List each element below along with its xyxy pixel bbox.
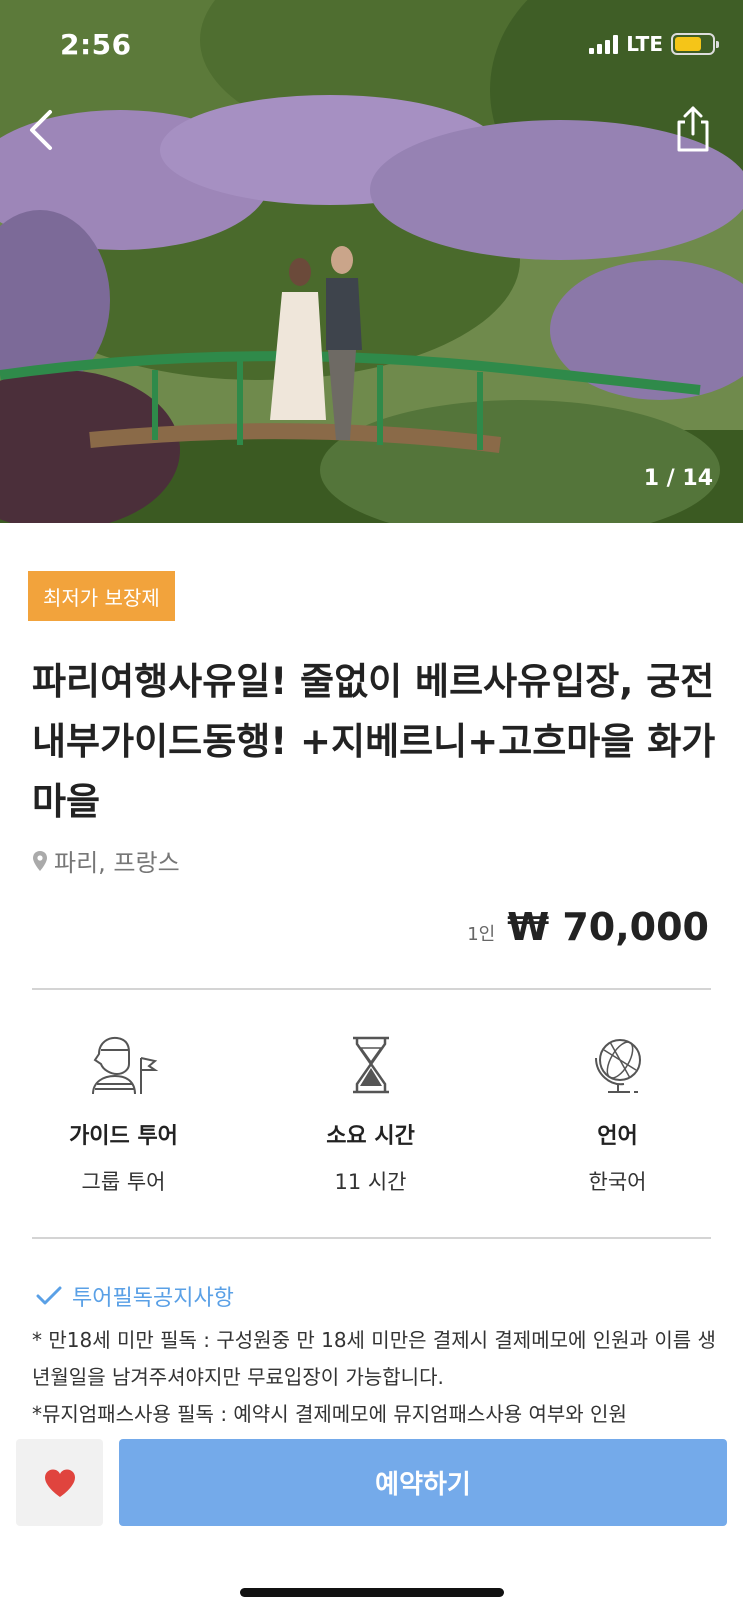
back-button[interactable] xyxy=(22,106,62,154)
feature-value: 11 시간 xyxy=(334,1170,407,1194)
guide-icon xyxy=(91,1036,158,1095)
feature-guide: 가이드 투어 그룹 투어 xyxy=(0,1030,247,1196)
price: 1인 ₩ 70,000 xyxy=(467,905,709,949)
book-button[interactable]: 예약하기 xyxy=(119,1439,727,1526)
bottom-action-bar: 예약하기 xyxy=(0,1425,743,1609)
status-time: 2:56 xyxy=(60,28,132,61)
share-button[interactable] xyxy=(673,104,713,154)
notice-line: * 만18세 미만 필독 : 구성원중 만 18세 미만은 결제시 결제메모에 … xyxy=(32,1328,716,1389)
favorite-button[interactable] xyxy=(16,1439,103,1526)
product-title: 파리여행사유일! 줄없이 베르사유입장, 궁전내부가이드동행! +지베르니+고흐… xyxy=(32,660,716,823)
feature-label: 가이드 투어 xyxy=(69,1124,178,1149)
network-type: LTE xyxy=(626,32,663,56)
check-icon xyxy=(36,1286,62,1305)
share-icon xyxy=(677,106,709,152)
notice-body: * 만18세 미만 필독 : 구성원중 만 18세 미만은 결제시 결제메모에 … xyxy=(32,1322,722,1432)
battery-icon xyxy=(671,33,719,55)
feature-language: 언어 한국어 xyxy=(494,1030,741,1196)
feature-value: 한국어 xyxy=(588,1170,647,1194)
status-indicators: LTE xyxy=(589,32,719,56)
image-counter: 1 / 14 xyxy=(643,466,713,491)
home-indicator xyxy=(240,1588,504,1597)
hourglass-icon xyxy=(352,1036,389,1094)
feature-label: 소요 시간 xyxy=(326,1124,415,1149)
hero-photo xyxy=(0,0,743,523)
map-pin-icon xyxy=(33,850,47,871)
location: 파리, 프랑스 xyxy=(32,843,180,878)
divider xyxy=(32,988,711,990)
notice-heading-text: 투어필독공지사항 xyxy=(72,1286,234,1311)
feature-duration: 소요 시간 11 시간 xyxy=(247,1030,494,1196)
hero-image[interactable]: 2:56 LTE 1 / 14 xyxy=(0,0,743,523)
price-amount: ₩ 70,000 xyxy=(507,905,709,949)
divider xyxy=(32,1237,711,1239)
price-unit: 1인 xyxy=(467,924,496,945)
notice-heading[interactable]: 투어필독공지사항 xyxy=(36,1280,234,1312)
location-text: 파리, 프랑스 xyxy=(54,849,180,877)
feature-label: 언어 xyxy=(597,1124,638,1149)
lowest-price-badge: 최저가 보장제 xyxy=(28,571,175,621)
globe-icon xyxy=(594,1039,641,1093)
feature-value: 그룹 투어 xyxy=(81,1170,166,1194)
chevron-left-icon xyxy=(30,110,52,150)
signal-icon xyxy=(589,34,619,54)
heart-icon xyxy=(44,1469,75,1497)
tour-features: 가이드 투어 그룹 투어 소요 시간 11 시간 언어 한국어 xyxy=(0,1030,743,1196)
